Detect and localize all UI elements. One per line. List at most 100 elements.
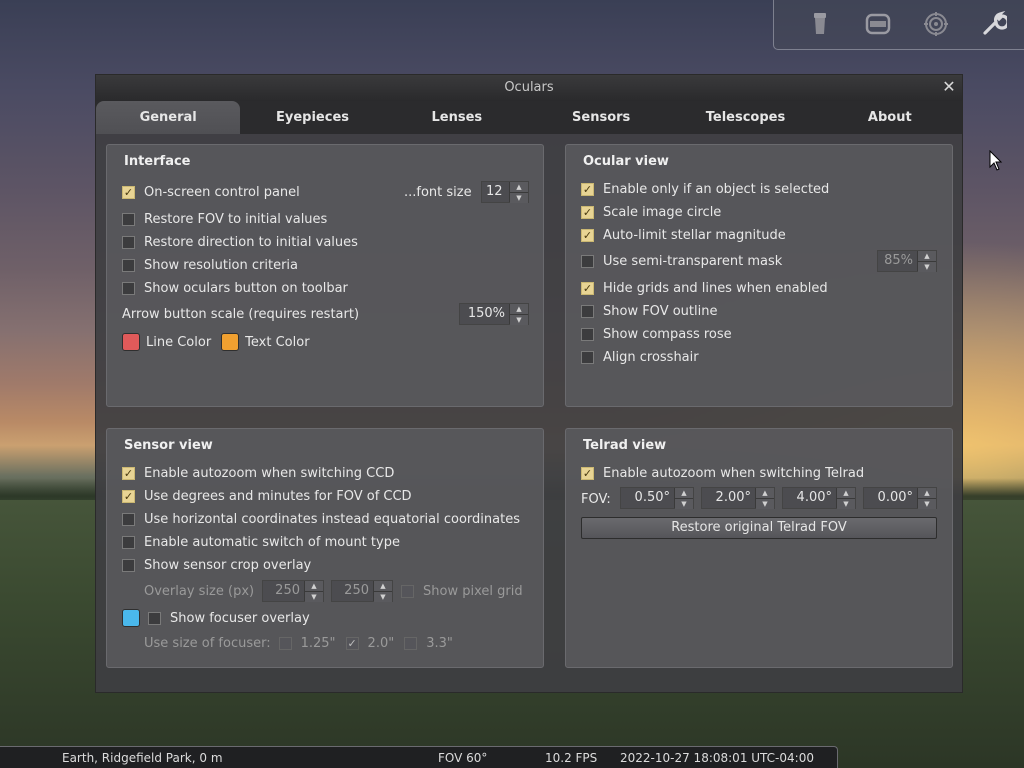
hide-grids-checkbox[interactable]: ✓ [581, 281, 594, 295]
pixel-grid-option[interactable]: Show pixel grid [401, 582, 523, 600]
enable-if-selected-option[interactable]: ✓ Enable only if an object is selected [581, 180, 829, 198]
auto-limit-option[interactable]: ✓ Auto-limit stellar magnitude [581, 226, 786, 244]
scale-image-circle-option[interactable]: ✓ Scale image circle [581, 203, 721, 221]
pixel-grid-checkbox[interactable] [401, 584, 414, 598]
spin-up-icon[interactable]: ▲ [918, 488, 936, 498]
telrad-fov-4-spinbox[interactable]: 0.00° ▲ ▼ [863, 487, 937, 509]
tab-eyepieces[interactable]: Eyepieces [240, 101, 384, 134]
spin-up-icon[interactable]: ▲ [305, 581, 323, 591]
dialog-titlebar[interactable]: Oculars ✕ [96, 75, 962, 101]
telrad-fov-1-value: 0.50° [634, 490, 670, 505]
overlay-size-label: Overlay size (px) [144, 583, 255, 599]
focuser-overlay-option[interactable]: Show focuser overlay [122, 609, 310, 627]
show-resolution-label: Show resolution criteria [144, 257, 299, 273]
mask-opacity-spinbox[interactable]: 85% ▲ ▼ [877, 250, 937, 272]
enable-if-selected-checkbox[interactable]: ✓ [581, 182, 594, 196]
focuser-overlay-checkbox[interactable] [148, 611, 161, 625]
text-color-swatch[interactable] [221, 333, 240, 351]
restore-telrad-fov-button[interactable]: Restore original Telrad FOV [581, 517, 937, 539]
arrow-scale-spinbox[interactable]: 150% ▲ ▼ [459, 303, 529, 325]
tab-sensors[interactable]: Sensors [529, 101, 673, 134]
telrad-fov-3-spinbox[interactable]: 4.00° ▲ ▼ [782, 487, 856, 509]
spin-down-icon[interactable]: ▼ [510, 192, 528, 203]
show-compass-option[interactable]: Show compass rose [581, 325, 732, 343]
crop-overlay-checkbox[interactable] [122, 558, 135, 572]
horizontal-coords-option[interactable]: Use horizontal coordinates instead equat… [122, 510, 520, 528]
show-fov-outline-checkbox[interactable] [581, 304, 594, 318]
on-screen-panel-option[interactable]: ✓ On-screen control panel [122, 183, 300, 201]
restore-fov-option[interactable]: Restore FOV to initial values [122, 210, 327, 228]
telrad-icon[interactable] [922, 10, 950, 38]
spin-up-icon[interactable]: ▲ [675, 488, 693, 498]
spin-down-icon[interactable]: ▼ [918, 498, 936, 509]
font-size-spinbox[interactable]: 12 ▲ ▼ [481, 181, 529, 203]
autozoom-ccd-option[interactable]: ✓ Enable autozoom when switching CCD [122, 464, 394, 482]
scale-image-circle-checkbox[interactable]: ✓ [581, 205, 594, 219]
restore-direction-checkbox[interactable] [122, 235, 135, 249]
spin-down-icon[interactable]: ▼ [918, 261, 936, 272]
on-screen-panel-checkbox[interactable]: ✓ [122, 185, 135, 199]
spin-up-icon[interactable]: ▲ [510, 182, 528, 192]
auto-mount-option[interactable]: Enable automatic switch of mount type [122, 533, 400, 551]
font-size-value: 12 [486, 184, 503, 199]
focuser-125-checkbox[interactable] [278, 636, 292, 650]
degrees-minutes-checkbox[interactable]: ✓ [122, 489, 135, 503]
arrow-scale-value: 150% [467, 306, 505, 321]
telrad-view-title: Telrad view [583, 438, 667, 453]
spin-up-icon[interactable]: ▲ [918, 251, 936, 261]
spin-down-icon[interactable]: ▼ [510, 314, 528, 325]
focuser-color-swatch[interactable] [122, 609, 140, 627]
align-crosshair-option[interactable]: Align crosshair [581, 348, 699, 366]
horizontal-coords-checkbox[interactable] [122, 512, 135, 526]
show-resolution-option[interactable]: Show resolution criteria [122, 256, 298, 274]
show-ocular-button-checkbox[interactable] [122, 281, 135, 295]
spin-down-icon[interactable]: ▼ [374, 591, 392, 602]
overlay-height-spinbox[interactable]: 250 ▲ ▼ [331, 580, 393, 602]
close-icon[interactable]: ✕ [940, 78, 958, 96]
spin-up-icon[interactable]: ▲ [510, 304, 528, 314]
spin-down-icon[interactable]: ▼ [756, 498, 774, 509]
spin-down-icon[interactable]: ▼ [837, 498, 855, 509]
tab-general[interactable]: General [96, 101, 241, 134]
degrees-minutes-option[interactable]: ✓ Use degrees and minutes for FOV of CCD [122, 487, 412, 505]
telrad-fov-1-spinbox[interactable]: 0.50° ▲ ▼ [620, 487, 694, 509]
auto-mount-checkbox[interactable] [122, 535, 135, 549]
status-datetime[interactable]: 2022-10-27 18:08:01 UTC-04:00 [620, 747, 814, 768]
spin-down-icon[interactable]: ▼ [675, 498, 693, 509]
show-compass-checkbox[interactable] [581, 327, 594, 341]
tab-lenses[interactable]: Lenses [385, 101, 529, 134]
spin-up-icon[interactable]: ▲ [756, 488, 774, 498]
crop-overlay-option[interactable]: Show sensor crop overlay [122, 556, 311, 574]
telrad-fov-2-spinbox[interactable]: 2.00° ▲ ▼ [701, 487, 775, 509]
autozoom-telrad-label: Enable autozoom when switching Telrad [603, 465, 865, 481]
line-color-swatch[interactable] [122, 333, 140, 351]
on-screen-panel-label: On-screen control panel [144, 184, 300, 200]
show-fov-outline-option[interactable]: Show FOV outline [581, 302, 717, 320]
spin-up-icon[interactable]: ▲ [837, 488, 855, 498]
align-crosshair-checkbox[interactable] [581, 350, 594, 364]
restore-fov-checkbox[interactable] [122, 212, 135, 226]
hide-grids-option[interactable]: ✓ Hide grids and lines when enabled [581, 279, 828, 297]
wrench-icon[interactable] [980, 10, 1008, 38]
status-location[interactable]: Earth, Ridgefield Park, 0 m [62, 747, 223, 768]
line-color-label: Line Color [146, 334, 212, 350]
semi-transparent-checkbox[interactable] [581, 254, 594, 268]
auto-limit-checkbox[interactable]: ✓ [581, 228, 594, 242]
restore-direction-option[interactable]: Restore direction to initial values [122, 233, 358, 251]
tab-about[interactable]: About [818, 101, 962, 134]
autozoom-ccd-checkbox[interactable]: ✓ [122, 466, 135, 480]
focuser-20-checkbox[interactable]: ✓ [345, 636, 359, 650]
tab-telescopes[interactable]: Telescopes [673, 101, 817, 134]
show-ocular-button-option[interactable]: Show oculars button on toolbar [122, 279, 348, 297]
ccd-icon[interactable] [864, 10, 892, 38]
autozoom-telrad-checkbox[interactable]: ✓ [581, 466, 594, 480]
overlay-width-spinbox[interactable]: 250 ▲ ▼ [262, 580, 324, 602]
autozoom-telrad-option[interactable]: ✓ Enable autozoom when switching Telrad [581, 464, 864, 482]
spin-up-icon[interactable]: ▲ [374, 581, 392, 591]
semi-transparent-option[interactable]: Use semi-transparent mask [581, 252, 782, 270]
auto-limit-label: Auto-limit stellar magnitude [603, 227, 786, 243]
ocular-icon[interactable] [806, 10, 834, 38]
spin-down-icon[interactable]: ▼ [305, 591, 323, 602]
focuser-33-checkbox[interactable] [404, 636, 418, 650]
show-resolution-checkbox[interactable] [122, 258, 135, 272]
